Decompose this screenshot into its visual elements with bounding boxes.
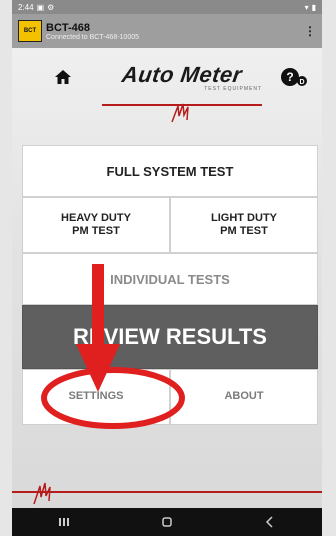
light-duty-line1: LIGHT DUTY bbox=[211, 211, 277, 224]
status-time: 2:44 bbox=[18, 2, 34, 12]
status-right: ▾ ▮ bbox=[305, 3, 316, 12]
heavy-duty-line1: HEAVY DUTY bbox=[61, 211, 131, 224]
app-bar: BCT BCT-468 Connected to BCT-468-10005 ⋮ bbox=[12, 14, 322, 48]
heavy-duty-pm-test-button[interactable]: HEAVY DUTY PM TEST bbox=[22, 197, 170, 253]
app-screen: 2:44 ▣ ⚙ ▾ ▮ BCT BCT-468 Connected to BC… bbox=[12, 0, 322, 536]
status-bar: 2:44 ▣ ⚙ ▾ ▮ bbox=[12, 0, 322, 14]
autometer-logo: Auto Meter TEST EQUIPMENT bbox=[92, 62, 272, 123]
device-info: BCT-468 Connected to BCT-468-10005 bbox=[46, 22, 139, 41]
review-results-button[interactable]: REVIEW RESULTS bbox=[22, 305, 318, 369]
nav-bar bbox=[12, 508, 322, 536]
recent-apps-icon[interactable] bbox=[57, 515, 71, 529]
about-button[interactable]: ABOUT bbox=[170, 369, 318, 425]
heavy-duty-label: HEAVY DUTY PM TEST bbox=[61, 212, 131, 238]
individual-tests-button[interactable]: INDIVIDUAL TESTS bbox=[22, 253, 318, 305]
light-duty-line2: PM TEST bbox=[220, 225, 268, 237]
full-system-test-button[interactable]: FULL SYSTEM TEST bbox=[22, 145, 318, 197]
battery-icon: ▮ bbox=[311, 2, 316, 12]
connection-status: Connected to BCT-468-10005 bbox=[46, 33, 140, 41]
notification-icon: ▣ bbox=[36, 2, 45, 12]
back-icon[interactable] bbox=[263, 515, 277, 529]
header: Auto Meter TEST EQUIPMENT ? D bbox=[12, 52, 322, 132]
pm-test-row: HEAVY DUTY PM TEST LIGHT DUTY PM TEST bbox=[22, 197, 318, 253]
light-duty-label: LIGHT DUTY PM TEST bbox=[211, 212, 277, 238]
home-icon[interactable] bbox=[54, 68, 72, 86]
autometer-device-icon: BCT bbox=[18, 20, 42, 42]
ellipse-highlight-icon bbox=[41, 367, 185, 429]
full-system-test-label: FULL SYSTEM TEST bbox=[106, 163, 234, 179]
bottom-swoosh-icon bbox=[33, 482, 51, 505]
individual-tests-label: INDIVIDUAL TESTS bbox=[110, 271, 230, 287]
heavy-duty-line2: PM TEST bbox=[72, 225, 120, 237]
signal-icon: ▾ bbox=[304, 2, 309, 12]
swoosh-icon bbox=[171, 103, 189, 123]
help-icon[interactable]: ? D bbox=[280, 66, 308, 88]
home-nav-icon[interactable] bbox=[160, 515, 174, 529]
light-duty-pm-test-button[interactable]: LIGHT DUTY PM TEST bbox=[170, 197, 318, 253]
bottom-divider bbox=[12, 491, 322, 493]
svg-text:D: D bbox=[299, 79, 304, 86]
logo-text: Auto Meter bbox=[120, 62, 244, 87]
about-label: ABOUT bbox=[224, 390, 264, 403]
settings-icon: ⚙ bbox=[47, 2, 55, 12]
status-left: 2:44 ▣ ⚙ bbox=[18, 3, 54, 12]
svg-text:?: ? bbox=[286, 70, 293, 84]
device-name: BCT-468 bbox=[46, 21, 91, 34]
more-vert-icon[interactable]: ⋮ bbox=[304, 24, 316, 38]
